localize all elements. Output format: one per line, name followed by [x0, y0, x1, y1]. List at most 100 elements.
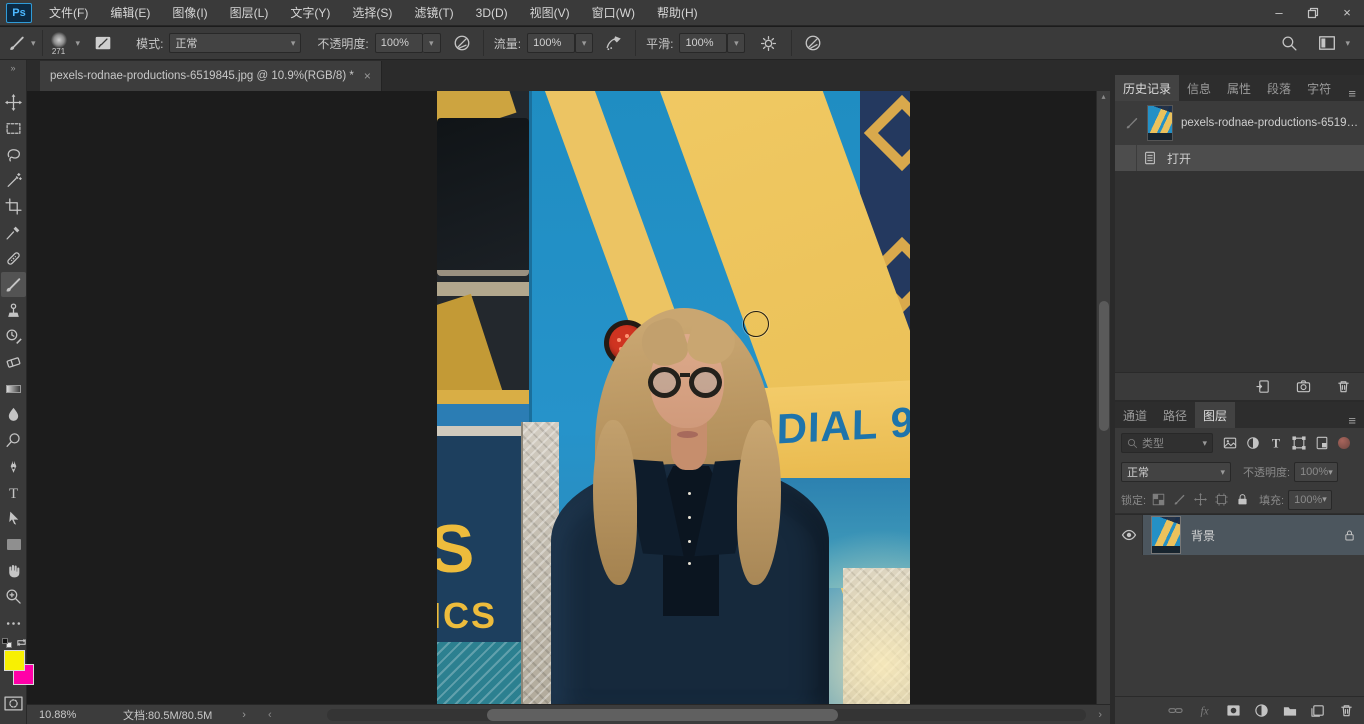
lock-pixels-icon[interactable] — [1173, 493, 1186, 506]
zoom-level-field[interactable]: 10.88% — [27, 709, 87, 721]
tab-layers[interactable]: 图层 — [1195, 402, 1236, 428]
scroll-up-icon[interactable]: ▴ — [1097, 91, 1110, 103]
flow-dropdown[interactable]: ▾ — [575, 33, 594, 53]
layer-row-background[interactable]: 背景 — [1115, 515, 1364, 555]
smoothing-options-button[interactable] — [755, 32, 781, 54]
tab-properties[interactable]: 属性 — [1219, 75, 1259, 101]
delete-layer-icon[interactable] — [1339, 703, 1354, 718]
panel-menu-icon[interactable]: ≡ — [1340, 413, 1364, 428]
link-layers-icon[interactable] — [1168, 703, 1183, 718]
tool-move[interactable] — [1, 90, 26, 115]
history-source-checkbox[interactable] — [1115, 145, 1137, 171]
blend-mode-select[interactable]: 正常 ▾ — [169, 33, 302, 53]
new-layer-icon[interactable] — [1311, 703, 1326, 718]
collapse-toolbar-button[interactable]: » — [0, 60, 26, 73]
tab-paragraph[interactable]: 段落 — [1259, 75, 1299, 101]
history-snapshot-row[interactable]: pexels-rodnae-productions-6519… — [1115, 101, 1364, 145]
history-brush-source-icon[interactable] — [1119, 112, 1145, 134]
tool-preset-picker[interactable]: ▾ — [0, 34, 42, 52]
toggle-brush-panel-button[interactable] — [90, 32, 116, 54]
tool-eraser[interactable] — [1, 350, 26, 375]
layer-blend-mode-select[interactable]: 正常 ▾ — [1121, 462, 1231, 482]
tool-healing-brush[interactable] — [1, 246, 26, 271]
close-tab-icon[interactable]: × — [364, 69, 371, 83]
new-group-icon[interactable] — [1282, 703, 1298, 718]
tab-character[interactable]: 字符 — [1299, 75, 1339, 101]
status-options-arrow[interactable]: › — [212, 709, 246, 721]
menu-item-select[interactable]: 选择(S) — [341, 0, 403, 26]
delete-state-button[interactable] — [1330, 376, 1356, 398]
tool-path-select[interactable] — [1, 506, 26, 531]
lock-transparency-icon[interactable] — [1152, 493, 1165, 506]
close-button[interactable]: × — [1330, 0, 1364, 26]
default-colors-button[interactable] — [2, 638, 12, 648]
menu-item-view[interactable]: 视图(V) — [519, 0, 581, 26]
menu-item-type[interactable]: 文字(Y) — [279, 0, 341, 26]
brush-settings-picker[interactable]: 271 ▾ — [43, 31, 85, 56]
add-mask-icon[interactable] — [1226, 703, 1241, 718]
tool-crop[interactable] — [1, 194, 26, 219]
menu-item-file[interactable]: 文件(F) — [38, 0, 99, 26]
lock-artboard-icon[interactable] — [1215, 493, 1228, 506]
new-snapshot-button[interactable] — [1290, 376, 1316, 398]
canvas-image[interactable]: DIAL 9 S ICS — [437, 90, 910, 705]
tab-info[interactable]: 信息 — [1179, 75, 1219, 101]
horizontal-scrollbar[interactable] — [327, 709, 1086, 721]
tool-rectangle[interactable] — [1, 532, 26, 557]
horizontal-scroll-thumb[interactable] — [487, 709, 838, 721]
pressure-opacity-button[interactable] — [449, 32, 475, 54]
filter-toggle-light[interactable] — [1338, 437, 1350, 449]
menu-item-window[interactable]: 窗口(W) — [581, 0, 646, 26]
opacity-dropdown[interactable]: ▾ — [422, 33, 441, 53]
menu-item-3d[interactable]: 3D(D) — [465, 0, 519, 26]
tool-clone-stamp[interactable] — [1, 298, 26, 323]
scroll-left-icon[interactable]: ‹ — [246, 709, 272, 721]
search-button[interactable] — [1276, 32, 1302, 54]
menu-item-layer[interactable]: 图层(L) — [219, 0, 280, 26]
tab-paths[interactable]: 路径 — [1155, 402, 1195, 428]
tab-history[interactable]: 历史记录 — [1115, 75, 1180, 101]
smoothing-dropdown[interactable]: ▾ — [727, 33, 746, 53]
foreground-color-swatch[interactable] — [4, 650, 25, 671]
restore-button[interactable] — [1296, 0, 1330, 26]
tool-brush[interactable] — [1, 272, 26, 297]
scroll-right-icon[interactable]: › — [1098, 709, 1102, 721]
menu-item-help[interactable]: 帮助(H) — [646, 0, 709, 26]
menu-item-image[interactable]: 图像(I) — [161, 0, 218, 26]
filter-smart-objects-icon[interactable] — [1315, 436, 1329, 450]
pressure-size-button[interactable] — [800, 32, 826, 54]
tool-magic-wand[interactable] — [1, 168, 26, 193]
layer-name[interactable]: 背景 — [1191, 527, 1215, 544]
airbrush-button[interactable] — [601, 32, 627, 54]
layer-visibility-toggle[interactable] — [1115, 515, 1143, 555]
minimize-button[interactable]: – — [1262, 0, 1296, 26]
tool-lasso[interactable] — [1, 142, 26, 167]
flow-input[interactable]: 100% — [527, 33, 576, 53]
layer-fill-input[interactable]: 100% ▾ — [1288, 489, 1333, 510]
workspace-switcher[interactable] — [1314, 32, 1340, 54]
tool-blur[interactable] — [1, 402, 26, 427]
new-adjustment-layer-icon[interactable] — [1254, 703, 1269, 718]
vertical-scrollbar[interactable]: ▴ — [1096, 91, 1110, 704]
menu-item-filter[interactable]: 滤镜(T) — [403, 0, 464, 26]
lock-all-icon[interactable] — [1236, 493, 1249, 506]
panel-menu-icon[interactable]: ≡ — [1340, 86, 1364, 101]
tool-pen[interactable] — [1, 454, 26, 479]
layer-filter-select[interactable]: 类型 ▾ — [1121, 433, 1213, 453]
history-state-open[interactable]: 打开 — [1115, 145, 1364, 171]
tool-marquee[interactable] — [1, 116, 26, 141]
layer-style-icon[interactable]: fx — [1196, 703, 1213, 718]
filter-pixel-layers-icon[interactable] — [1223, 436, 1237, 450]
document-tab[interactable]: pexels-rodnae-productions-6519845.jpg @ … — [40, 61, 382, 91]
opacity-input[interactable]: 100% — [374, 33, 423, 53]
filter-adjustment-layers-icon[interactable] — [1246, 436, 1260, 450]
tool-zoom[interactable] — [1, 584, 26, 609]
tool-eyedropper[interactable] — [1, 220, 26, 245]
lock-position-icon[interactable] — [1194, 493, 1208, 506]
layer-thumbnail[interactable] — [1151, 516, 1181, 554]
filter-type-layers-icon[interactable]: T — [1269, 436, 1283, 450]
vertical-scroll-thumb[interactable] — [1099, 301, 1109, 431]
new-document-from-state-button[interactable] — [1250, 376, 1276, 398]
smoothing-input[interactable]: 100% — [679, 33, 728, 53]
edit-toolbar-button[interactable] — [1, 611, 26, 636]
